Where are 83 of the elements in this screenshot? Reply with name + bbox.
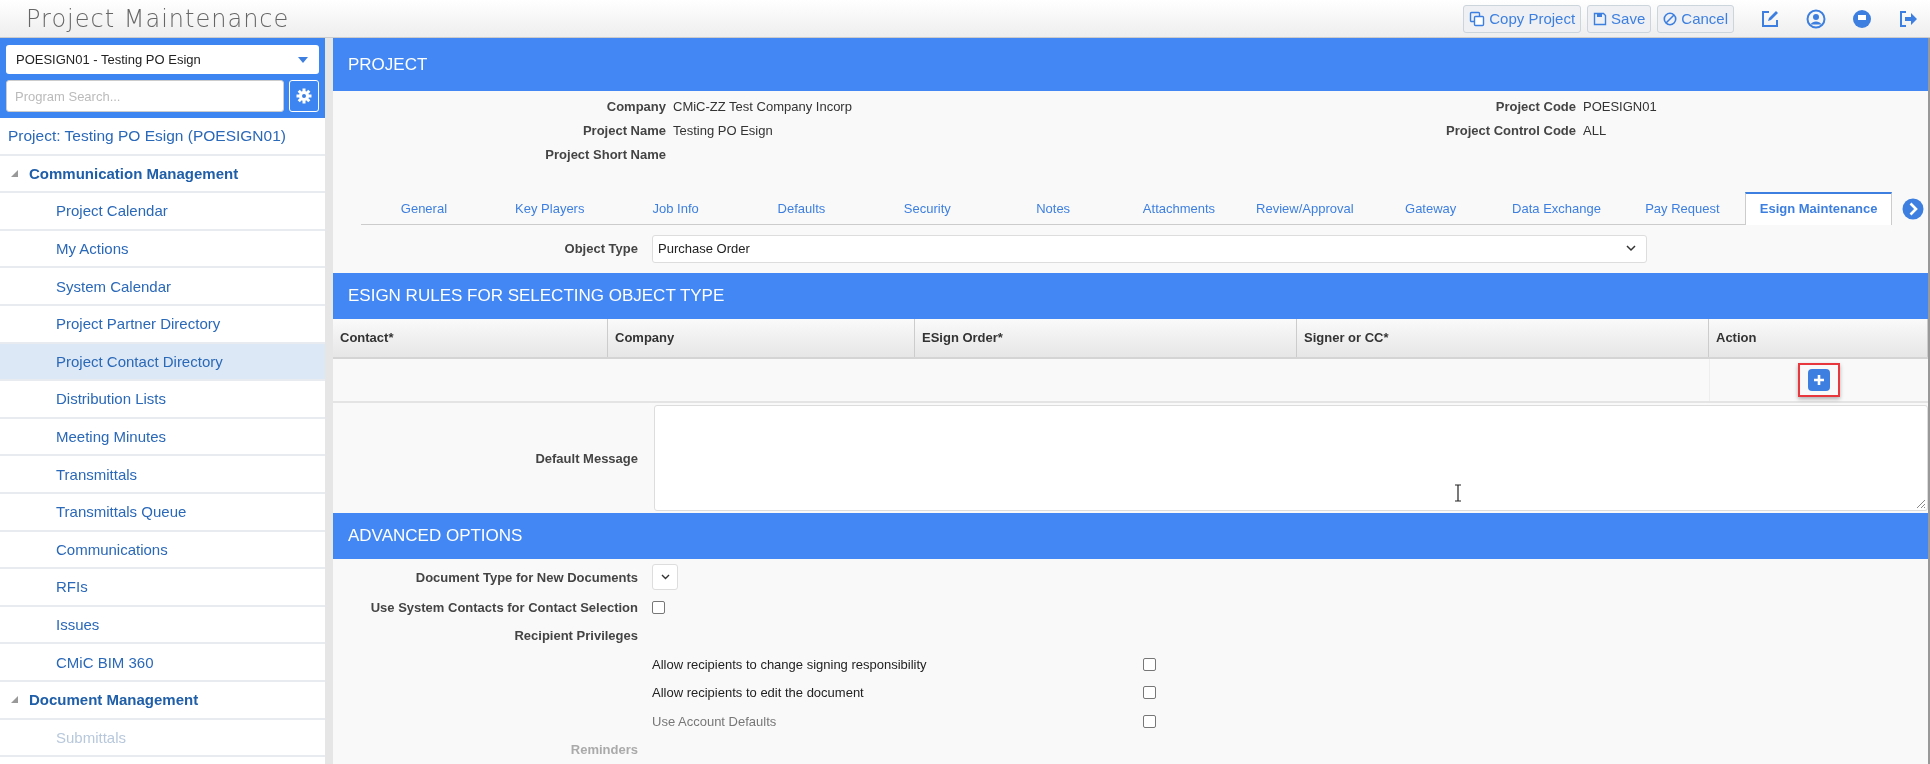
field-label: Document Type for New Documents <box>414 569 639 585</box>
program-search-field[interactable]: Program Search... <box>6 80 284 112</box>
menu-item[interactable]: My Actions <box>0 230 325 269</box>
field-value: Testing PO Esign <box>673 123 773 138</box>
caret-icon <box>297 55 309 64</box>
option-label: Use System Contacts for Contact Selection <box>369 599 639 615</box>
option-label: Use Account Defaults <box>652 713 778 729</box>
tab[interactable]: Data Exchange <box>1493 192 1620 224</box>
chevron-down-icon <box>1626 245 1636 253</box>
menu-section[interactable]: Document Management <box>0 681 325 720</box>
tab[interactable]: General <box>361 192 487 224</box>
menu-item[interactable]: Issues <box>0 606 325 645</box>
checkbox[interactable] <box>1143 686 1156 700</box>
column-header: Action <box>1709 318 1928 358</box>
column-header: ESign Order* <box>915 318 1297 358</box>
edit-icon[interactable] <box>1760 8 1780 29</box>
logout-icon[interactable] <box>1898 8 1918 29</box>
tab[interactable]: Pay Request <box>1619 192 1746 224</box>
plus-icon <box>1812 373 1826 388</box>
chevron-down-icon <box>660 574 670 580</box>
app-title: Project Maintenance <box>26 4 290 33</box>
menu-item[interactable]: CMiC BIM 360 <box>0 644 325 682</box>
option-label: Allow recipients to change signing responsibility <box>652 656 928 672</box>
menu-item[interactable]: Communications <box>0 531 325 570</box>
text-cursor-icon <box>1454 484 1462 502</box>
field-label: Project Control Code <box>1445 123 1577 138</box>
field-value: CMiC-ZZ Test Company Incorp <box>673 99 852 114</box>
next-tabs-icon[interactable] <box>1902 198 1924 220</box>
column-header: Signer or CC* <box>1297 318 1709 358</box>
section-header: ADVANCED OPTIONS <box>333 513 1928 559</box>
field-label: Project Short Name <box>544 147 667 162</box>
cancel-button[interactable]: Cancel <box>1657 4 1734 33</box>
group-label: Recipient Privileges <box>513 628 639 644</box>
column-header: Contact* <box>333 318 608 358</box>
tab[interactable]: Job Info <box>612 192 739 224</box>
option-label: Allow recipients to edit the document <box>652 685 865 701</box>
tab[interactable]: Security <box>864 192 991 224</box>
cancel-icon <box>1663 11 1678 26</box>
section-header: PROJECT <box>333 38 1928 91</box>
field-value: ALL <box>1583 123 1607 138</box>
menu-item[interactable]: Project Calendar <box>0 193 325 231</box>
menu-item[interactable]: Transmittals <box>0 456 325 494</box>
tab[interactable]: Key Players <box>486 192 613 224</box>
field-value: POESIGN01 <box>1583 99 1657 114</box>
menu-item[interactable]: Meeting Minutes <box>0 418 325 457</box>
expand-icon <box>10 168 19 178</box>
object-type-select[interactable]: Purchase Order <box>652 234 1647 263</box>
resize-grip-icon[interactable] <box>1914 497 1926 509</box>
column-header: Company <box>608 318 915 358</box>
copy-icon <box>1469 10 1486 27</box>
field-label: Default Message <box>534 450 639 466</box>
document-type-select[interactable] <box>652 564 678 590</box>
default-message-field[interactable] <box>654 405 1928 511</box>
tab[interactable]: Attachments <box>1116 192 1242 224</box>
menu-section[interactable]: Communication Management <box>0 155 325 194</box>
field-label: Object Type <box>563 241 639 257</box>
menu-item[interactable]: Transmittals Queue <box>0 493 325 532</box>
field-label: Company <box>605 99 667 114</box>
menu-item[interactable]: RFIs <box>0 569 325 607</box>
copy-project-button[interactable]: Copy Project <box>1463 4 1582 33</box>
checkbox[interactable] <box>652 600 665 614</box>
expand-icon <box>10 695 19 705</box>
project-link[interactable]: Project: Testing PO Esign (POESIGN01) <box>8 126 286 145</box>
group-label: Reminders <box>569 742 639 758</box>
save-icon <box>1593 11 1608 26</box>
menu-item[interactable]: Distribution Lists <box>0 381 325 419</box>
tab[interactable]: Esign Maintenance <box>1745 192 1892 225</box>
tab[interactable]: Review/Approval <box>1241 192 1368 224</box>
settings-icon <box>296 88 312 104</box>
section-header: ESIGN RULES FOR SELECTING OBJECT TYPE <box>333 272 1928 319</box>
add-button[interactable] <box>1808 369 1830 392</box>
field-label: Project Code <box>1494 99 1577 114</box>
settings-button[interactable] <box>289 80 319 112</box>
checkbox[interactable] <box>1143 657 1156 671</box>
tab[interactable]: Notes <box>990 192 1117 224</box>
field-label: Project Name <box>581 123 667 138</box>
user-icon[interactable] <box>1806 8 1826 29</box>
menu-item[interactable]: System Calendar <box>0 268 325 306</box>
tab[interactable]: Gateway <box>1367 192 1494 224</box>
tab[interactable]: Defaults <box>738 192 865 224</box>
project-select[interactable]: POESIGN01 - Testing PO Esign <box>6 45 319 74</box>
save-button[interactable]: Save <box>1587 4 1652 33</box>
menu-item[interactable]: Project Contact Directory <box>0 343 325 382</box>
